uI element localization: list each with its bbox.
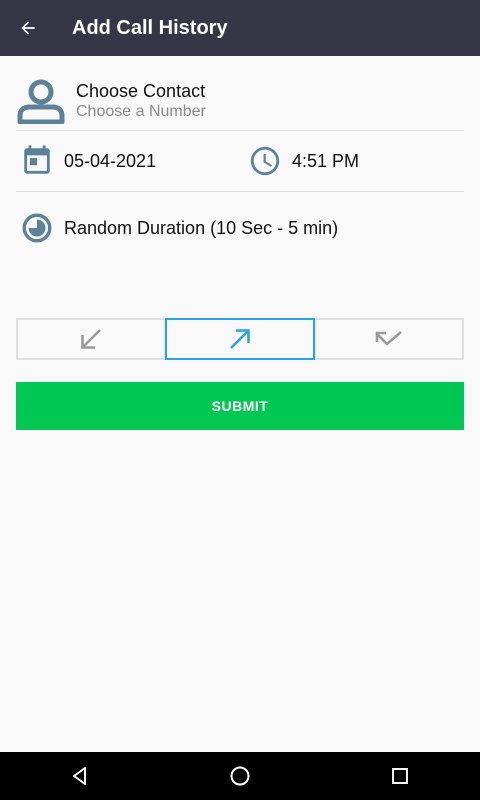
arrow-back-icon [21, 21, 35, 35]
call-type-selector [16, 318, 464, 360]
app-bar: Add Call History [0, 0, 480, 56]
nav-home-button[interactable] [210, 752, 270, 800]
back-triangle-icon [73, 767, 86, 785]
date-time-row: 05-04-2021 4:51 PM [16, 140, 464, 182]
page-title: Add Call History [72, 16, 228, 39]
date-picker[interactable]: 05-04-2021 [16, 144, 248, 178]
incoming-call-button[interactable] [16, 318, 166, 360]
add-call-history-screen: Add Call History Choose Contact Choose a… [0, 0, 480, 800]
duration-row[interactable]: Random Duration (10 Sec - 5 min) [16, 206, 464, 250]
time-value: 4:51 PM [292, 150, 360, 171]
nav-back-button[interactable] [50, 752, 110, 800]
nav-recents-button[interactable] [370, 752, 430, 800]
date-value: 05-04-2021 [64, 150, 157, 171]
missed-call-button[interactable] [314, 318, 464, 360]
home-circle-icon [230, 766, 250, 786]
choose-number-field[interactable]: Choose a Number [76, 102, 206, 122]
recents-square-icon [392, 768, 408, 784]
missed-call-icon [375, 331, 402, 346]
contact-text: Choose Contact Choose a Number [76, 80, 206, 122]
back-button[interactable] [0, 0, 56, 56]
divider [16, 130, 464, 131]
duration-icon [22, 213, 52, 243]
system-nav-bar [0, 752, 480, 800]
person-icon [17, 79, 65, 124]
time-picker[interactable]: 4:51 PM [248, 144, 359, 178]
clock-icon [250, 146, 280, 176]
choose-contact-label: Choose Contact [76, 81, 206, 101]
incoming-call-icon [81, 329, 101, 349]
divider [16, 191, 464, 192]
submit-button[interactable]: SUBMIT [16, 382, 464, 430]
outgoing-call-icon [230, 329, 250, 349]
duration-label: Random Duration (10 Sec - 5 min) [64, 217, 339, 238]
calendar-icon [24, 145, 50, 174]
choose-contact-row[interactable]: Choose Contact Choose a Number [16, 72, 464, 130]
outgoing-call-button[interactable] [165, 318, 315, 360]
